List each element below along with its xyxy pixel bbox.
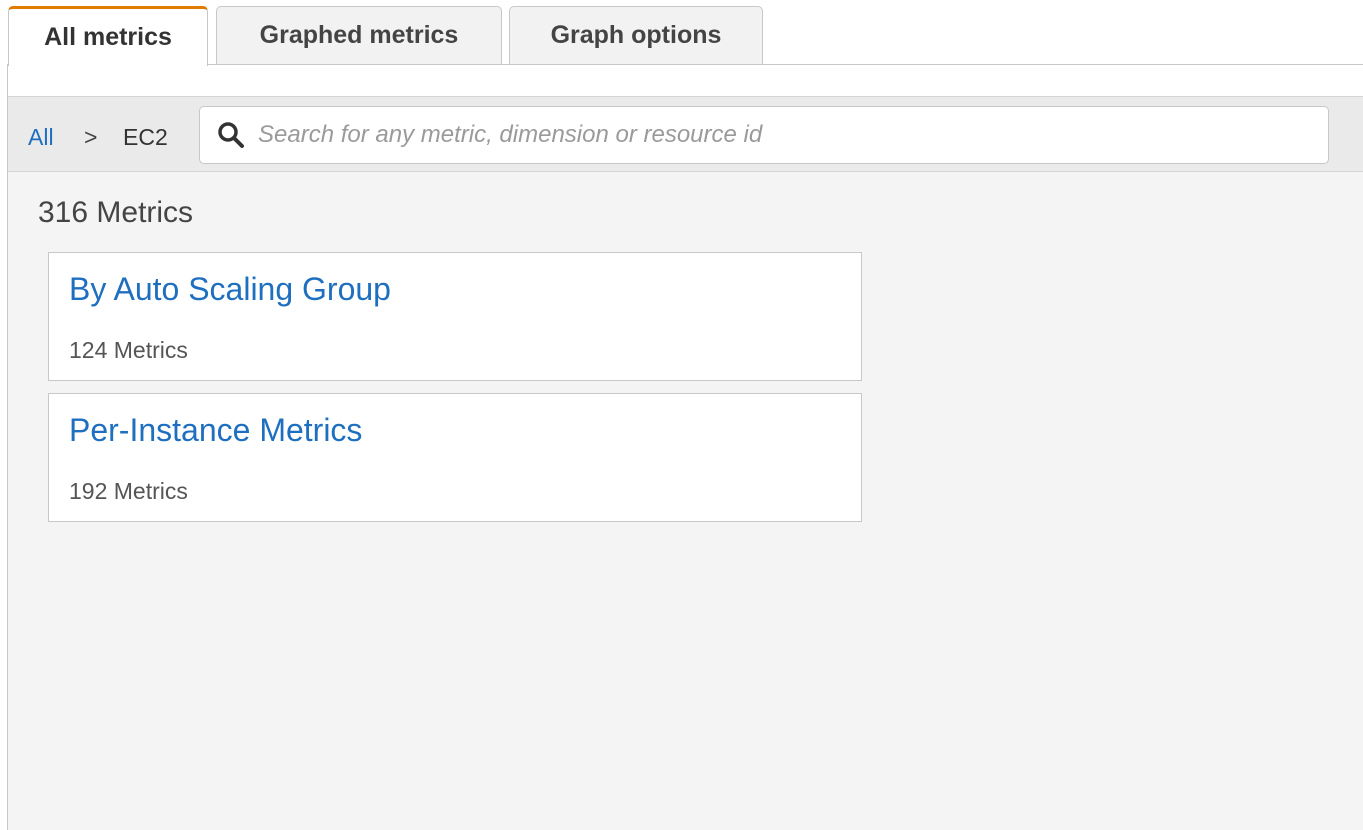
category-metric-count: 124 Metrics (69, 337, 188, 363)
category-card-per-instance[interactable]: Per-Instance Metrics 192 Metrics (48, 393, 862, 522)
breadcrumb-current: EC2 (123, 124, 168, 150)
breadcrumb-all-link[interactable]: All (28, 124, 54, 151)
search-box[interactable] (199, 106, 1329, 164)
total-metrics-count: 316 Metrics (38, 196, 194, 229)
breadcrumb-bar: All > EC2 (8, 97, 1363, 172)
panel-header-strip (8, 65, 1363, 97)
tab-graphed-metrics[interactable]: Graphed metrics (216, 6, 502, 64)
tab-graph-options[interactable]: Graph options (509, 6, 763, 64)
category-title-link[interactable]: By Auto Scaling Group (69, 271, 391, 308)
category-title-link[interactable]: Per-Instance Metrics (69, 412, 362, 449)
tab-all-metrics[interactable]: All metrics (8, 6, 208, 66)
search-input[interactable] (258, 115, 1298, 155)
search-icon (218, 122, 244, 148)
category-metric-count: 192 Metrics (69, 478, 188, 504)
category-card-auto-scaling-group[interactable]: By Auto Scaling Group 124 Metrics (48, 252, 862, 381)
tab-bar: All metrics Graphed metrics Graph option… (0, 0, 1363, 66)
breadcrumb-separator: > (84, 124, 98, 150)
metrics-panel: All > EC2 316 Metrics By Auto Scaling Gr… (7, 64, 1363, 830)
